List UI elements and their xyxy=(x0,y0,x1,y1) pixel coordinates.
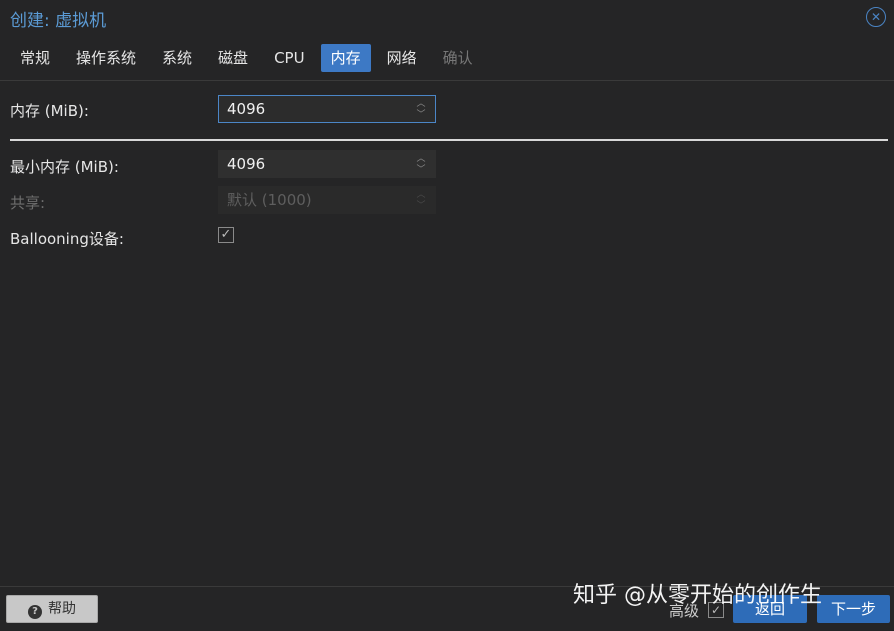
tab-divider xyxy=(0,80,894,81)
tab-bar: 常规 操作系统 系统 磁盘 CPU 内存 网络 确认 xyxy=(10,44,483,74)
shares-label: 共享: xyxy=(10,194,46,212)
memory-label: 内存 (MiB): xyxy=(10,102,89,120)
help-button[interactable]: ? 帮助 xyxy=(6,595,98,623)
tab-cpu[interactable]: CPU xyxy=(264,44,315,72)
shares-field: ︿ ﹀ xyxy=(218,186,436,214)
tab-os[interactable]: 操作系统 xyxy=(66,44,146,72)
spin-down-icon[interactable]: ﹀ xyxy=(415,110,427,121)
close-icon[interactable]: ✕ xyxy=(866,7,886,27)
back-button[interactable]: 返回 xyxy=(733,595,807,623)
advanced-label: 高级 xyxy=(669,602,700,620)
min-memory-field[interactable]: ︿ ﹀ xyxy=(218,150,436,178)
shares-spinner: ︿ ﹀ xyxy=(415,190,427,212)
help-label: 帮助 xyxy=(48,601,76,617)
spin-up-icon[interactable]: ︿ xyxy=(415,99,427,110)
spin-up-icon: ︿ xyxy=(416,190,426,200)
spin-down-icon[interactable]: ﹀ xyxy=(415,165,427,176)
tab-network[interactable]: 网络 xyxy=(377,44,427,72)
tab-general[interactable]: 常规 xyxy=(10,44,60,72)
spin-down-icon: ﹀ xyxy=(416,201,426,211)
tab-system[interactable]: 系统 xyxy=(152,44,202,72)
tab-confirm: 确认 xyxy=(442,49,473,67)
window-titlebar: 创建: 虚拟机 ✕ xyxy=(0,0,894,36)
spin-up-icon[interactable]: ︿ xyxy=(415,154,427,165)
min-memory-spinner[interactable]: ︿ ﹀ xyxy=(415,154,427,176)
memory-input[interactable] xyxy=(227,96,407,122)
tab-memory[interactable]: 内存 xyxy=(320,44,371,72)
next-button[interactable]: 下一步 xyxy=(817,595,890,623)
window-title: 创建: 虚拟机 xyxy=(10,11,107,31)
checkmark-icon: ✓ xyxy=(710,603,722,617)
question-icon: ? xyxy=(28,605,42,619)
tab-disk[interactable]: 磁盘 xyxy=(208,44,258,72)
advanced-checkbox[interactable]: ✓ xyxy=(708,602,724,618)
memory-spinner[interactable]: ︿ ﹀ xyxy=(415,99,427,121)
footer-divider xyxy=(0,586,894,587)
advanced-divider xyxy=(10,139,888,141)
memory-field[interactable]: ︿ ﹀ xyxy=(218,95,436,123)
checkmark-icon: ✓ xyxy=(220,227,232,242)
ballooning-label: Ballooning设备: xyxy=(10,230,124,248)
shares-input xyxy=(227,187,407,213)
min-memory-label: 最小内存 (MiB): xyxy=(10,158,119,176)
ballooning-checkbox[interactable]: ✓ xyxy=(218,227,234,243)
min-memory-input[interactable] xyxy=(227,151,407,177)
